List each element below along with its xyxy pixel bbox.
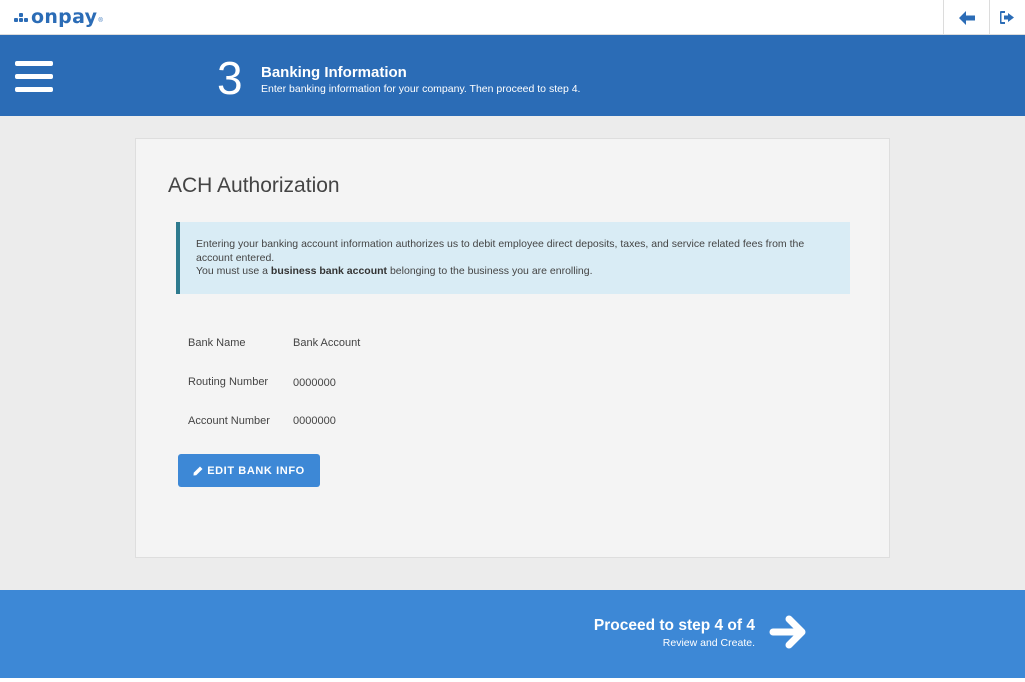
ach-authorization-card: ACH Authorization Entering your banking … <box>135 138 890 558</box>
arrow-right-icon[interactable] <box>769 612 809 652</box>
info-line-2: You must use a business bank account bel… <box>196 265 850 279</box>
step-header: 3 Banking Information Enter banking info… <box>0 35 1025 116</box>
field-value: 0000000 <box>293 377 336 389</box>
back-button[interactable] <box>943 0 989 35</box>
top-bar: onpay ® <box>0 0 1025 35</box>
field-value: 0000000 <box>293 415 336 427</box>
proceed-subtitle: Review and Create. <box>662 637 755 649</box>
step-number: 3 <box>217 52 243 104</box>
proceed-title: Proceed to step 4 of 4 <box>593 617 755 634</box>
edit-bank-info-label: EDIT BANK INFO <box>207 464 305 477</box>
field-value: Bank Account <box>293 337 361 349</box>
logo-text: onpay <box>31 6 98 28</box>
sign-out-icon <box>1000 11 1014 24</box>
arrow-left-icon <box>958 10 975 25</box>
footer-bar: Proceed to step 4 of 4 Review and Create… <box>0 590 1025 678</box>
field-label: Account Number <box>188 415 270 427</box>
step-title: Banking Information <box>261 64 407 81</box>
logo-mark-icon <box>14 11 28 23</box>
info-line-2-bold: business bank account <box>270 265 388 277</box>
onpay-logo[interactable]: onpay ® <box>14 4 103 30</box>
card-title: ACH Authorization <box>168 174 340 197</box>
info-line-2-prefix: You must use a <box>196 265 271 277</box>
info-line-1: Entering your banking account informatio… <box>196 238 805 264</box>
bottom-edge <box>0 678 1025 682</box>
hamburger-menu-icon[interactable] <box>15 61 53 93</box>
logout-button[interactable] <box>989 0 1025 35</box>
logo-registered-mark: ® <box>98 18 103 24</box>
info-alert: Entering your banking account informatio… <box>176 222 850 294</box>
edit-bank-info-button[interactable]: EDIT BANK INFO <box>178 454 320 487</box>
info-line-2-suffix: belonging to the business you are enroll… <box>387 265 593 277</box>
pencil-icon <box>193 466 203 476</box>
field-label: Routing Number <box>188 376 269 388</box>
step-subtitle: Enter banking information for your compa… <box>261 83 581 95</box>
proceed-next-step[interactable]: Proceed to step 4 of 4 Review and Create… <box>594 617 755 649</box>
field-label: Bank Name <box>188 337 246 349</box>
